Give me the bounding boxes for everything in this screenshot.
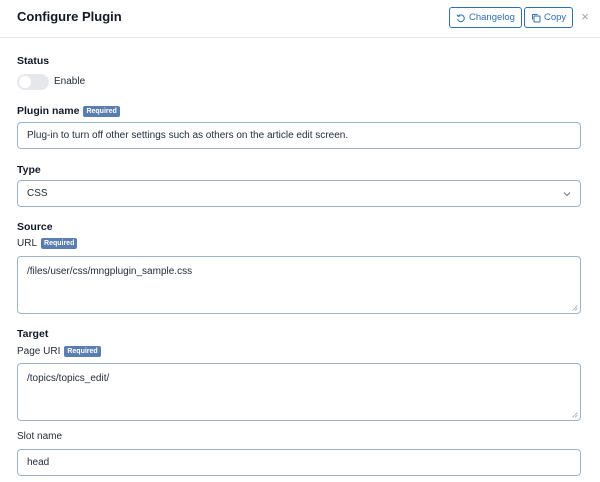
copy-icon <box>532 13 541 22</box>
dialog-title: Configure Plugin <box>17 9 122 24</box>
slot-name-label: Slot name <box>17 431 62 442</box>
target-label: Target <box>17 328 49 340</box>
enable-toggle-label: Enable <box>54 76 86 87</box>
required-badge: Required <box>64 346 101 357</box>
copy-button[interactable]: Copy <box>524 7 574 28</box>
url-label-row: URL Required <box>17 238 78 249</box>
required-badge: Required <box>83 105 120 117</box>
history-icon <box>456 13 465 22</box>
url-value: /files/user/css/mngplugin_sample.css <box>27 266 193 277</box>
url-textarea[interactable]: /files/user/css/mngplugin_sample.css <box>17 256 581 314</box>
plugin-name-label-row: Plugin name Required <box>17 105 120 117</box>
slot-name-input[interactable]: head <box>17 449 581 476</box>
slot-name-label-text: Slot name <box>17 431 63 442</box>
page-uri-label: Page URI <box>17 346 61 357</box>
copy-button-label: Copy <box>544 12 567 23</box>
type-select[interactable]: CSS <box>17 180 581 207</box>
close-icon[interactable]: × <box>579 9 591 25</box>
changelog-button-label: Changelog <box>469 12 515 23</box>
resize-handle-icon[interactable] <box>572 305 578 311</box>
toggle-knob <box>19 76 31 88</box>
page-uri-textarea[interactable]: /topics/topics_edit/ <box>17 363 581 421</box>
required-badge: Required <box>41 238 78 249</box>
type-select-value: CSS <box>27 188 48 199</box>
type-label: Type <box>17 164 41 176</box>
resize-handle-icon[interactable] <box>572 412 578 418</box>
enable-toggle[interactable] <box>17 74 49 90</box>
slot-name-value: head <box>27 457 50 468</box>
url-label: URL <box>17 238 38 249</box>
dialog-header: Configure Plugin Changelog Copy × <box>0 0 600 38</box>
source-label: Source <box>17 221 53 233</box>
chevron-down-icon <box>563 192 571 197</box>
changelog-button[interactable]: Changelog <box>449 7 522 28</box>
plugin-name-input[interactable]: Plug-in to turn off other settings such … <box>17 122 581 149</box>
status-label: Status <box>17 55 50 67</box>
page-uri-value: /topics/topics_edit/ <box>27 373 110 384</box>
plugin-name-value: Plug-in to turn off other settings such … <box>27 130 349 141</box>
plugin-name-label: Plugin name <box>17 105 80 117</box>
page-uri-label-row: Page URI Required <box>17 346 101 357</box>
